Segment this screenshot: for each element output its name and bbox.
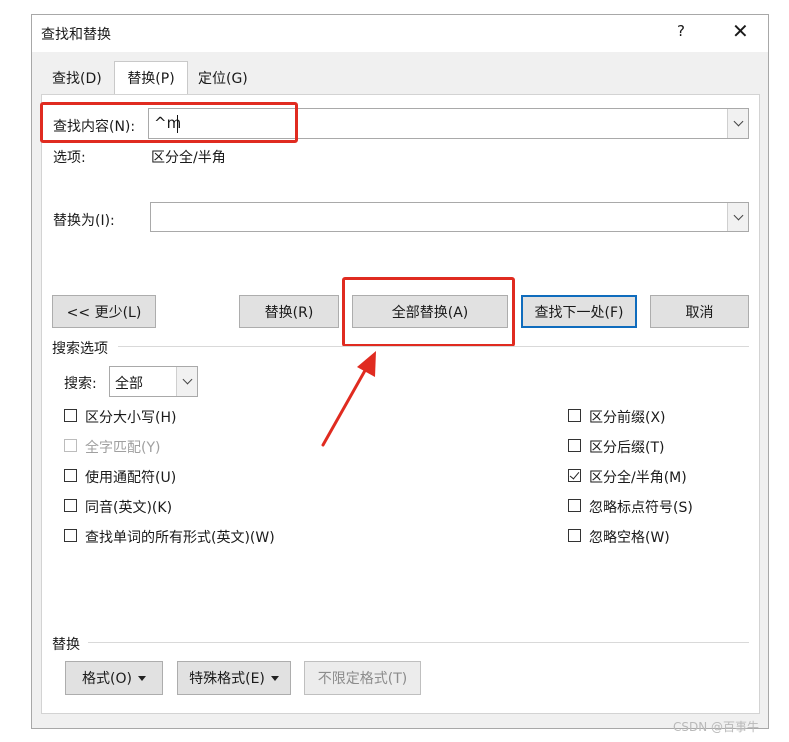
dialog-title: 查找和替换 xyxy=(41,27,111,43)
annotation-arrow-icon xyxy=(321,351,376,447)
search-options-divider xyxy=(118,346,749,347)
tab-find[interactable]: 查找(D) xyxy=(44,64,110,94)
search-options-header: 搜索选项 xyxy=(52,341,108,357)
option-ignore-punctuation-label: 忽略标点符号(S) xyxy=(589,500,693,516)
close-button[interactable]: ✕ xyxy=(732,19,749,43)
checkbox-all-word-forms[interactable] xyxy=(64,529,77,542)
checkbox-match-case[interactable] xyxy=(64,409,77,422)
checkbox-ignore-whitespace[interactable] xyxy=(568,529,581,542)
chevron-down-icon xyxy=(733,210,743,220)
less-button[interactable]: << 更少(L) xyxy=(52,295,156,328)
replace-with-combobox[interactable] xyxy=(150,202,749,232)
checkbox-wildcards[interactable] xyxy=(64,469,77,482)
search-direction-label: 搜索: xyxy=(64,376,97,392)
option-match-prefix-label: 区分前缀(X) xyxy=(589,410,666,426)
highlight-box-find xyxy=(40,102,298,143)
chevron-down-icon xyxy=(733,116,743,127)
tab-replace[interactable]: 替换(P) xyxy=(114,61,188,95)
option-all-word-forms-label: 查找单词的所有形式(英文)(W) xyxy=(85,530,275,546)
option-match-width-label: 区分全/半角(M) xyxy=(589,470,687,486)
search-direction-value: 全部 xyxy=(115,376,143,392)
search-direction-dropdown-button[interactable] xyxy=(176,367,197,396)
chevron-down-icon xyxy=(182,374,192,385)
highlight-box-replace-all xyxy=(342,277,515,347)
special-format-button[interactable]: 特殊格式(E) xyxy=(177,661,291,695)
help-button[interactable]: ? xyxy=(677,22,685,40)
replace-with-label: 替换为(I): xyxy=(53,213,115,229)
replace-with-dropdown-button[interactable] xyxy=(727,203,748,231)
dropdown-triangle-icon xyxy=(270,675,279,681)
option-wildcards-label: 使用通配符(U) xyxy=(85,470,177,486)
find-what-dropdown-button[interactable] xyxy=(727,109,748,138)
replace-button[interactable]: 替换(R) xyxy=(239,295,339,328)
option-match-suffix-label: 区分后缀(T) xyxy=(589,440,665,456)
cancel-button[interactable]: 取消 xyxy=(650,295,749,328)
options-value: 区分全/半角 xyxy=(151,150,226,166)
option-sounds-like-label: 同音(英文)(K) xyxy=(85,500,173,516)
checkbox-match-prefix[interactable] xyxy=(568,409,581,422)
dropdown-triangle-icon xyxy=(137,675,146,681)
option-ignore-whitespace-label: 忽略空格(W) xyxy=(589,530,670,546)
no-formatting-button: 不限定格式(T) xyxy=(304,661,421,695)
replace-panel xyxy=(41,94,760,714)
format-button[interactable]: 格式(O) xyxy=(65,661,163,695)
format-button-label: 格式(O) xyxy=(82,671,132,687)
replace-section-header: 替换 xyxy=(52,637,80,653)
option-match-case-label: 区分大小写(H) xyxy=(85,410,177,426)
find-next-button[interactable]: 查找下一处(F) xyxy=(521,295,637,328)
replace-section-divider xyxy=(88,642,749,643)
options-label: 选项: xyxy=(53,150,86,166)
watermark-text: CSDN @百事牛 xyxy=(673,720,760,734)
option-whole-word-label: 全字匹配(Y) xyxy=(85,440,161,456)
checkbox-sounds-like[interactable] xyxy=(64,499,77,512)
title-bar xyxy=(32,15,768,52)
tab-goto[interactable]: 定位(G) xyxy=(190,64,256,94)
search-direction-select[interactable]: 全部 xyxy=(109,366,198,397)
checkbox-ignore-punctuation[interactable] xyxy=(568,499,581,512)
checkbox-match-width[interactable] xyxy=(568,469,581,482)
special-format-button-label: 特殊格式(E) xyxy=(189,671,265,687)
checkbox-whole-word xyxy=(64,439,77,452)
checkbox-match-suffix[interactable] xyxy=(568,439,581,452)
